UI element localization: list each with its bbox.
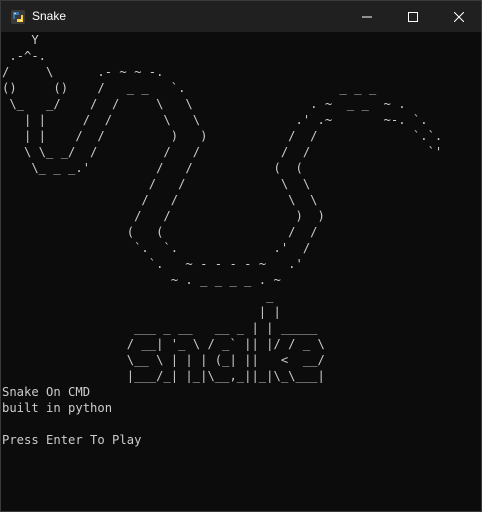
terminal-window: Snake Y .-^-. / \ .- ~ ~ -. () () / _ _ …	[0, 0, 482, 512]
scrollbar[interactable]	[473, 32, 481, 510]
console-output[interactable]: Y .-^-. / \ .- ~ ~ -. () () / _ _ `. _ _…	[2, 32, 472, 510]
minimize-icon	[362, 16, 372, 17]
close-button[interactable]	[436, 1, 481, 32]
snake-ascii-art: Y .-^-. / \ .- ~ ~ -. () () / _ _ `. _ _…	[2, 33, 443, 383]
title-bar[interactable]: Snake	[1, 1, 481, 32]
info-line-subtitle: built in python	[2, 401, 113, 415]
blank-line	[2, 416, 472, 432]
minimize-button[interactable]	[344, 1, 390, 32]
python-icon	[10, 9, 26, 25]
maximize-icon	[408, 11, 418, 22]
window-title: Snake	[32, 9, 67, 23]
play-prompt: Press Enter To Play	[2, 433, 142, 447]
info-line-title: Snake On CMD	[2, 385, 91, 399]
close-icon	[454, 11, 464, 22]
maximize-button[interactable]	[390, 1, 436, 32]
